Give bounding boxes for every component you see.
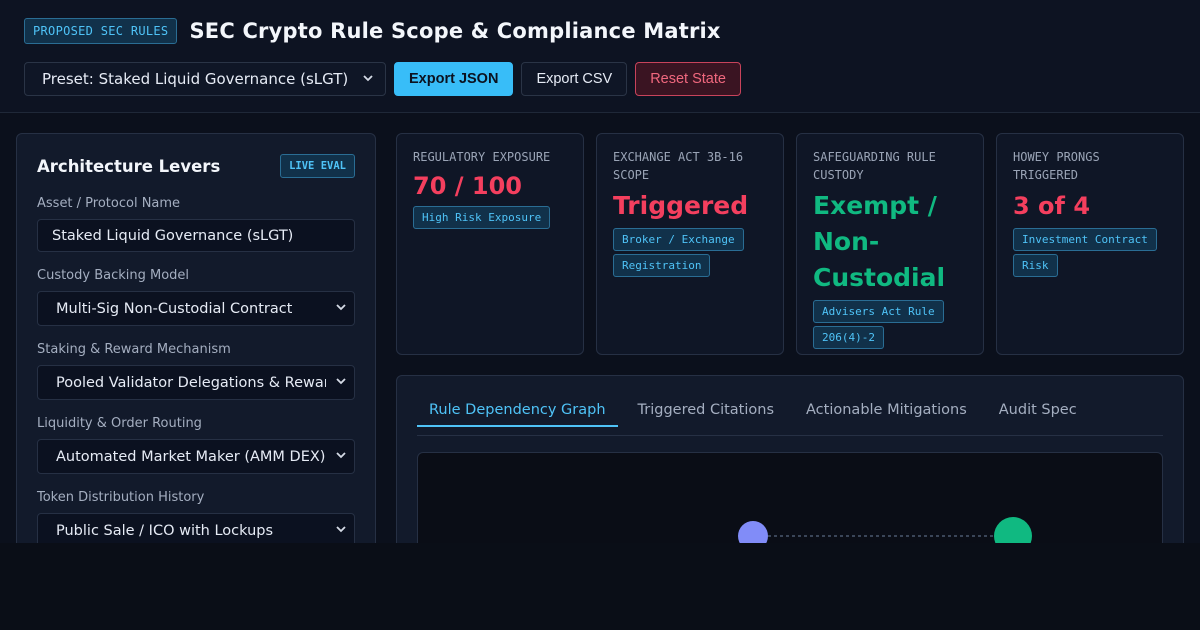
status-badge: High Risk Exposure bbox=[413, 206, 551, 229]
analysis-panel: Rule Dependency Graph Triggered Citation… bbox=[396, 375, 1184, 543]
staking-label: Staking & Reward Mechanism bbox=[37, 342, 231, 357]
app-header: PROPOSED SEC RULES SEC Crypto Rule Scope… bbox=[0, 0, 1200, 113]
status-badge: Investment Contract Risk bbox=[1013, 228, 1157, 277]
panel-title: Architecture Levers bbox=[37, 156, 221, 176]
liquidity-label: Liquidity & Order Routing bbox=[37, 416, 202, 431]
tab-actionable-mitigations[interactable]: Actionable Mitigations bbox=[794, 394, 979, 435]
analysis-tabs: Rule Dependency Graph Triggered Citation… bbox=[417, 394, 1163, 436]
chevron-down-icon bbox=[336, 377, 346, 388]
metric-label: HOWEY PRONGS TRIGGERED bbox=[1013, 150, 1100, 182]
page-title: SEC Crypto Rule Scope & Compliance Matri… bbox=[189, 19, 721, 43]
distribution-label: Token Distribution History bbox=[37, 490, 205, 505]
distribution-history-select[interactable]: Public Sale / ICO with Lockups bbox=[37, 513, 355, 543]
liquidity-routing-select[interactable]: Automated Market Maker (AMM DEX) bbox=[37, 439, 355, 474]
tab-rule-dependency-graph[interactable]: Rule Dependency Graph bbox=[417, 394, 618, 427]
chevron-down-icon bbox=[336, 451, 346, 462]
safeguarding-status: Exempt / Non-Custodial bbox=[813, 191, 946, 292]
staking-mechanism-value: Pooled Validator Delegations & Rewards bbox=[56, 374, 326, 391]
chevron-down-icon bbox=[336, 525, 346, 536]
liquidity-field: Liquidity & Order Routing Automated Mark… bbox=[37, 416, 355, 474]
staking-mechanism-select[interactable]: Pooled Validator Delegations & Rewards bbox=[37, 365, 355, 400]
metric-card-regulatory-exposure: REGULATORY EXPOSURE 70 / 100 High Risk E… bbox=[396, 133, 584, 355]
howey-prongs-count: 3 of 4 bbox=[1013, 192, 1091, 220]
custody-model-value: Multi-Sig Non-Custodial Contract bbox=[56, 300, 293, 317]
distribution-field: Token Distribution History Public Sale /… bbox=[37, 490, 355, 543]
graph-node[interactable] bbox=[994, 517, 1032, 543]
tab-triggered-citations[interactable]: Triggered Citations bbox=[626, 394, 786, 435]
graph-canvas bbox=[738, 517, 1032, 543]
metric-label: EXCHANGE ACT 3B-16 SCOPE bbox=[613, 150, 744, 182]
custody-field: Custody Backing Model Multi-Sig Non-Cust… bbox=[37, 268, 355, 326]
asset-field: Asset / Protocol Name Staked Liquid Gove… bbox=[37, 196, 355, 252]
export-csv-button[interactable]: Export CSV bbox=[521, 62, 628, 96]
live-eval-badge: LIVE EVAL bbox=[280, 154, 355, 178]
staking-field: Staking & Reward Mechanism Pooled Valida… bbox=[37, 342, 355, 400]
rule-dependency-graph[interactable] bbox=[417, 452, 1163, 543]
asset-name-input[interactable]: Staked Liquid Governance (sLGT) bbox=[37, 219, 355, 252]
metric-label: REGULATORY EXPOSURE bbox=[413, 150, 551, 164]
status-badge: Advisers Act Rule 206(4)-2 bbox=[813, 300, 944, 349]
metric-card-exchange-act-scope: EXCHANGE ACT 3B-16 SCOPE Triggered Broke… bbox=[596, 133, 784, 355]
app-viewport: PROPOSED SEC RULES SEC Crypto Rule Scope… bbox=[0, 0, 1200, 543]
custody-model-select[interactable]: Multi-Sig Non-Custodial Contract bbox=[37, 291, 355, 326]
metric-card-safeguarding-custody: SAFEGUARDING RULE CUSTODY Exempt / Non-C… bbox=[796, 133, 984, 355]
preset-select[interactable]: Preset: Staked Liquid Governance (sLGT) bbox=[24, 62, 386, 96]
architecture-levers-panel: Architecture Levers LIVE EVAL Asset / Pr… bbox=[16, 133, 376, 543]
metric-card-howey-prongs: HOWEY PRONGS TRIGGERED 3 of 4 Investment… bbox=[996, 133, 1184, 355]
export-json-button[interactable]: Export JSON bbox=[394, 62, 514, 96]
chevron-down-icon bbox=[363, 74, 373, 85]
custody-label: Custody Backing Model bbox=[37, 268, 190, 283]
liquidity-routing-value: Automated Market Maker (AMM DEX) bbox=[56, 448, 326, 465]
preset-select-value: Preset: Staked Liquid Governance (sLGT) bbox=[42, 70, 349, 88]
graph-node[interactable] bbox=[738, 521, 768, 543]
exchange-act-status: Triggered bbox=[613, 191, 749, 220]
distribution-history-value: Public Sale / ICO with Lockups bbox=[56, 522, 274, 539]
reset-state-button[interactable]: Reset State bbox=[635, 62, 741, 96]
proposed-rules-badge: PROPOSED SEC RULES bbox=[24, 18, 178, 44]
chevron-down-icon bbox=[336, 303, 346, 314]
status-badge: Broker / Exchange Registration bbox=[613, 228, 744, 277]
tab-audit-spec[interactable]: Audit Spec bbox=[987, 394, 1089, 435]
regulatory-exposure-score: 70 / 100 bbox=[413, 172, 522, 200]
asset-label: Asset / Protocol Name bbox=[37, 196, 181, 211]
metric-label: SAFEGUARDING RULE CUSTODY bbox=[813, 150, 936, 182]
